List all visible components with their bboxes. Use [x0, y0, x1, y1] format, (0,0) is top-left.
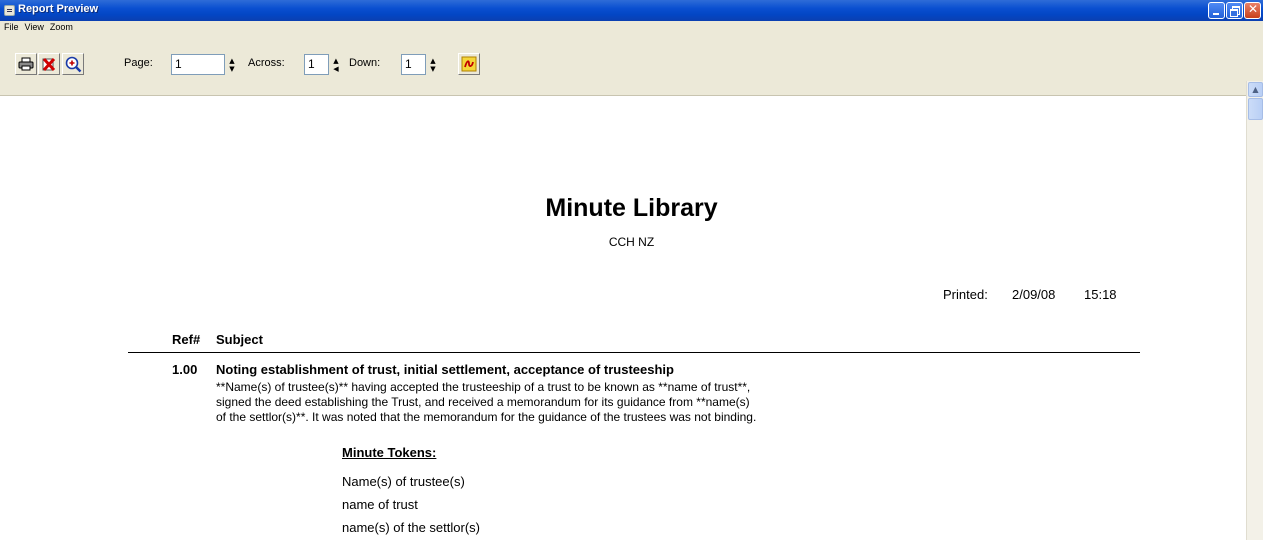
close-red-x-icon	[42, 57, 56, 72]
minimize-button[interactable]	[1208, 2, 1225, 19]
entry-body-line: **Name(s) of trustee(s)** having accepte…	[216, 380, 751, 394]
across-spinner[interactable]: ▲ ◀	[330, 54, 342, 75]
pdf-export-icon	[461, 56, 477, 72]
across-label: Across:	[248, 57, 285, 69]
column-header-subject: Subject	[216, 332, 263, 347]
menu-view[interactable]: View	[22, 21, 47, 32]
page-label: Page:	[124, 57, 153, 69]
column-header-ref: Ref#	[172, 332, 201, 347]
close-window-button[interactable]	[1244, 2, 1261, 19]
menu-bar: File View Zoom	[0, 21, 1263, 35]
page-input[interactable]: 1	[171, 54, 225, 75]
minute-token: name(s) of the settlor(s)	[342, 520, 480, 535]
restore-button[interactable]	[1226, 2, 1243, 19]
minute-tokens-header: Minute Tokens:	[342, 445, 437, 460]
zoom-in-icon	[65, 56, 81, 72]
entry-body-line: of the settlor(s)**. It was noted that t…	[216, 410, 757, 424]
minute-token: name of trust	[342, 497, 418, 512]
printed-label: Printed:	[943, 287, 988, 302]
app-icon[interactable]	[4, 5, 15, 16]
print-button[interactable]	[15, 53, 37, 75]
entry-subject: Noting establishment of trust, initial s…	[216, 362, 674, 377]
menu-zoom[interactable]: Zoom	[47, 21, 76, 32]
down-input[interactable]: 1	[401, 54, 426, 75]
across-input[interactable]: 1	[304, 54, 329, 75]
zoom-in-button[interactable]	[62, 53, 84, 75]
down-label: Down:	[349, 57, 381, 69]
export-pdf-button[interactable]	[458, 53, 480, 75]
vertical-scrollbar[interactable]: ▲	[1246, 81, 1263, 540]
toolbar: Page: 1 ▲ ▼ Across: 1 ▲ ◀ Down: 1 ▲ ▼	[0, 35, 1263, 96]
report-subtitle: CCH NZ	[608, 235, 655, 249]
report-page	[0, 96, 1246, 540]
scroll-thumb[interactable]	[1248, 98, 1263, 120]
printed-time: 15:18	[1084, 287, 1117, 302]
entry-body-line: signed the deed establishing the Trust, …	[216, 395, 750, 409]
header-divider	[128, 352, 1140, 353]
menu-file[interactable]: File	[0, 21, 22, 32]
close-preview-button[interactable]	[38, 53, 60, 75]
down-spinner[interactable]: ▲ ▼	[427, 54, 439, 75]
entry-body: **Name(s) of trustee(s)** having accepte…	[216, 380, 996, 425]
printer-icon	[18, 57, 34, 71]
minute-token: Name(s) of trustee(s)	[342, 474, 465, 489]
printed-date: 2/09/08	[1012, 287, 1056, 302]
page-spinner[interactable]: ▲ ▼	[226, 54, 238, 75]
window-title: Report Preview	[18, 3, 99, 15]
scroll-up-button[interactable]: ▲	[1248, 82, 1263, 97]
report-title: Minute Library	[545, 194, 718, 222]
title-bar[interactable]: Report Preview	[0, 0, 1263, 21]
entry-ref: 1.00	[172, 362, 198, 377]
